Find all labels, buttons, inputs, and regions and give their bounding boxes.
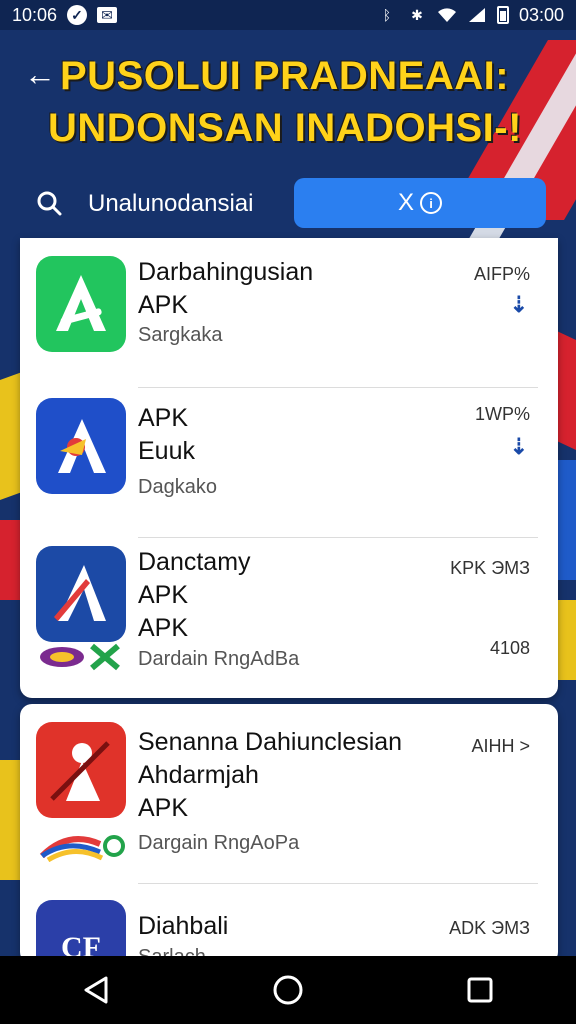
decorative-stripe	[0, 372, 20, 508]
app-title: Danctamy APK APK	[138, 546, 458, 645]
decorative-stripe	[0, 760, 20, 880]
recents-square-icon[interactable]	[456, 966, 504, 1014]
download-icon[interactable]: ⇣	[510, 292, 528, 318]
app-title-line: APK	[138, 404, 189, 432]
app-title: APK Euuk	[138, 402, 458, 468]
list-item[interactable]: APK Euuk Dagkako 1WP% ⇣	[20, 388, 558, 538]
page-title-line-1: PUSOLUI PRADNEAAI:	[60, 54, 510, 98]
list-item[interactable]: CF Diahbali Sarlach ADK ЭМЗ	[20, 884, 558, 964]
list-item[interactable]: Danctamy APK APK Dardain RngAdBa KPK ЭМЗ…	[20, 538, 558, 698]
check-circle-icon: ✓	[67, 5, 88, 25]
app-title-line: Darbahingusian	[138, 258, 314, 286]
app-subtitle: Dagkako	[138, 476, 217, 498]
app-title-line: APK	[138, 614, 189, 642]
app-title: Diahbali	[138, 910, 458, 943]
header: ← PUSOLUI PRADNEAAI: UNDONSAN INADOHSI-!	[0, 30, 576, 170]
status-clock: 03:00	[518, 4, 564, 25]
app-title-line: APK	[138, 581, 189, 609]
search-input[interactable]	[88, 184, 278, 224]
app-title-line: APK	[138, 291, 189, 319]
app-title-line: Ahdarmjah	[138, 761, 259, 789]
system-nav-bar	[0, 956, 576, 1024]
page-title: PUSOLUI PRADNEAAI: UNDONSAN INADOHSI-!	[48, 50, 560, 154]
battery-icon	[496, 6, 509, 24]
settings-icon: ✱	[411, 6, 423, 23]
app-meta: ADK ЭМЗ	[449, 918, 530, 938]
list-item[interactable]: Darbahingusian APK Sargkaka AIFP% ⇣	[20, 238, 558, 388]
decorative-stripe	[556, 330, 576, 460]
bluetooth-icon: ᛒ	[382, 7, 392, 23]
home-circle-icon[interactable]	[264, 966, 312, 1014]
status-right: ᛒ ✱ 03:00	[377, 5, 564, 26]
back-triangle-icon[interactable]	[72, 966, 120, 1014]
search-bar: X i	[0, 176, 576, 234]
brand-logo-strip	[38, 642, 128, 672]
app-title-line: Diahbali	[138, 912, 229, 940]
info-circle-icon: i	[420, 192, 442, 214]
app-meta: 1WP%	[474, 404, 530, 424]
decorative-stripe	[556, 600, 576, 680]
app-title-line: APK	[138, 794, 189, 822]
decorative-stripe	[0, 520, 20, 600]
app-logo-icon	[36, 722, 126, 818]
app-title-line: Euuk	[138, 437, 195, 465]
app-subtitle: Dardain RngAdBa	[138, 648, 300, 670]
app-meta-value: 4108	[489, 638, 530, 658]
search-icon[interactable]	[36, 190, 62, 216]
app-meta: AIFP%	[473, 264, 530, 284]
clear-search-button[interactable]: X i	[294, 178, 546, 228]
brand-logo-strip	[38, 832, 128, 862]
app-meta: AIHH >	[471, 736, 530, 756]
signal-icon	[467, 5, 487, 25]
download-icon[interactable]: ⇣	[510, 434, 528, 460]
back-arrow-icon[interactable]: ←	[22, 56, 58, 92]
decorative-stripe	[556, 460, 576, 580]
app-title-line: Senanna Dahiunclesian	[138, 728, 403, 756]
app-meta: KPK ЭМЗ	[450, 558, 530, 578]
app-logo-icon	[36, 546, 126, 642]
status-time: 10:06	[12, 4, 58, 25]
status-bar: 10:06 ✓ ✉ ᛒ ✱ 03:00	[0, 0, 576, 30]
status-left: 10:06 ✓ ✉	[12, 4, 118, 26]
app-logo-icon	[36, 256, 126, 352]
page-title-line-2: UNDONSAN INADOHSI-!	[48, 106, 522, 150]
app-title: Darbahingusian APK	[138, 256, 458, 322]
app-subtitle: Dargain RngAoPa	[138, 832, 300, 854]
results-card: Senanna Dahiunclesian Ahdarmjah APK Darg…	[20, 704, 558, 964]
app-title: Senanna Dahiunclesian Ahdarmjah APK	[138, 726, 438, 825]
mail-icon: ✉	[97, 7, 118, 23]
app-subtitle: Sargkaka	[138, 324, 223, 346]
list-item[interactable]: Senanna Dahiunclesian Ahdarmjah APK Darg…	[20, 704, 558, 884]
clear-label: X	[397, 189, 414, 216]
app-title-line: Danctamy	[138, 548, 251, 576]
results-card: Darbahingusian APK Sargkaka AIFP% ⇣ APK …	[20, 238, 558, 698]
app-logo-icon: CF	[36, 900, 126, 964]
app-logo-icon	[36, 398, 126, 494]
wifi-icon	[437, 5, 457, 25]
